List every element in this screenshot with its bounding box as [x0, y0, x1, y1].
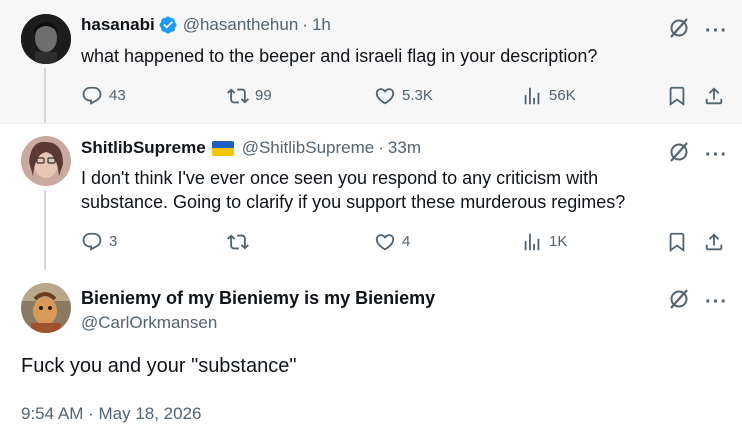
tweet-text-line: substance. Going to clarify if you suppo…	[81, 192, 626, 212]
ukraine-flag-icon	[211, 140, 234, 156]
heart-icon	[374, 85, 396, 107]
share-icon	[703, 85, 725, 107]
repost-icon	[227, 231, 249, 253]
separator-dot: ·	[302, 15, 308, 34]
views-button[interactable]: 56K	[521, 85, 576, 107]
repost-count: 99	[255, 87, 272, 104]
handle[interactable]: @ShitlibSupreme	[242, 138, 375, 158]
avatar-image	[21, 14, 71, 64]
like-count: 5.3K	[402, 87, 433, 104]
reply-tweet-2[interactable]: ShitlibSupreme @ShitlibSupreme · 33m ···…	[0, 124, 742, 270]
tweet-top-actions: ···	[667, 287, 728, 316]
action-bar: 3 4 1K	[81, 231, 730, 255]
reply-tweet-1[interactable]: hasanabi @hasanthehun · 1h ··· what happ…	[0, 0, 742, 123]
tweet-text: what happened to the beeper and israeli …	[81, 46, 598, 66]
grok-icon[interactable]	[667, 287, 691, 316]
share-button[interactable]	[703, 85, 731, 107]
handle[interactable]: @hasanthehun	[183, 15, 299, 35]
thread-line	[44, 68, 46, 123]
timestamp[interactable]: 1h	[312, 15, 331, 35]
views-count: 1K	[549, 233, 568, 250]
timestamp[interactable]: 33m	[388, 138, 421, 158]
share-icon	[703, 231, 725, 253]
bookmark-icon	[666, 231, 688, 253]
views-count: 56K	[549, 87, 576, 104]
avatar[interactable]	[21, 283, 71, 333]
handle[interactable]: @CarlOrkmansen	[81, 313, 217, 333]
more-icon[interactable]: ···	[705, 21, 728, 41]
tweet-text-line: I don't think I've ever once seen you re…	[81, 168, 599, 188]
reply-icon	[81, 85, 103, 107]
avatar-image	[21, 136, 71, 186]
action-bar: 43 99 5.3K 56K	[81, 85, 730, 109]
separator-dot: ·	[378, 138, 384, 157]
display-name[interactable]: hasanabi	[81, 15, 155, 35]
tweet-text: Fuck you and your "substance"	[21, 355, 297, 377]
repost-button[interactable]: 99	[227, 85, 272, 107]
views-icon	[521, 231, 543, 253]
tweet-header: ShitlibSupreme @ShitlibSupreme · 33m	[81, 138, 421, 158]
focused-tweet: Bieniemy of my Bieniemy is my Bieniemy @…	[0, 271, 742, 437]
grok-icon[interactable]	[667, 140, 691, 169]
tweet-header: hasanabi @hasanthehun · 1h	[81, 15, 331, 35]
reply-count: 43	[109, 87, 126, 104]
views-icon	[521, 85, 543, 107]
display-name[interactable]: Bieniemy of my Bieniemy is my Bieniemy	[81, 288, 435, 309]
share-button[interactable]	[703, 231, 731, 253]
tweet-text: I don't think I've ever once seen you re…	[81, 166, 625, 214]
reply-icon	[81, 231, 103, 253]
heart-icon	[374, 231, 396, 253]
avatar[interactable]	[21, 136, 71, 186]
tweet-top-actions: ···	[667, 140, 728, 169]
repost-button[interactable]	[227, 231, 255, 253]
more-icon[interactable]: ···	[705, 145, 728, 165]
like-button[interactable]: 4	[374, 231, 410, 253]
bookmark-icon	[666, 85, 688, 107]
reply-button[interactable]: 43	[81, 85, 126, 107]
avatar[interactable]	[21, 14, 71, 64]
reply-count: 3	[109, 233, 118, 250]
bookmark-button[interactable]	[666, 231, 694, 253]
tweet-top-actions: ···	[667, 16, 728, 45]
avatar-image	[21, 283, 71, 333]
repost-icon	[227, 85, 249, 107]
views-button[interactable]: 1K	[521, 231, 567, 253]
reply-button[interactable]: 3	[81, 231, 117, 253]
display-name[interactable]: ShitlibSupreme	[81, 138, 206, 158]
tweet-timestamp[interactable]: 9:54 AM · May 18, 2026	[21, 404, 202, 424]
like-count: 4	[402, 233, 411, 250]
grok-icon[interactable]	[667, 16, 691, 45]
bookmark-button[interactable]	[666, 85, 694, 107]
verified-badge-icon	[159, 16, 177, 34]
more-icon[interactable]: ···	[705, 292, 728, 312]
like-button[interactable]: 5.3K	[374, 85, 433, 107]
